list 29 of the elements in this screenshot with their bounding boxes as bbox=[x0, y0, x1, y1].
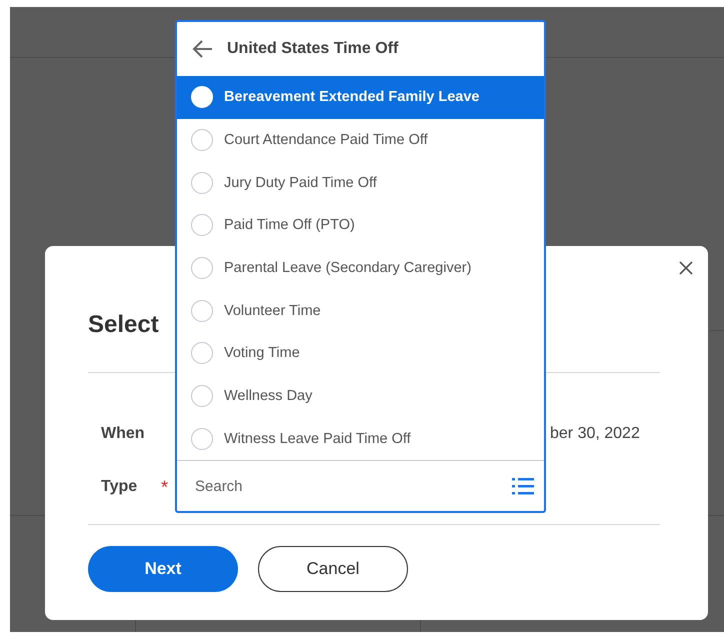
menu-option[interactable]: Paid Time Off (PTO) bbox=[177, 204, 544, 247]
radio-icon bbox=[191, 385, 213, 408]
menu-option[interactable]: Wellness Day bbox=[177, 374, 544, 418]
menu-option[interactable]: Parental Leave (Secondary Caregiver) bbox=[177, 246, 544, 290]
field-label: Type bbox=[101, 478, 138, 496]
menu-option[interactable]: Jury Duty Paid Time Off bbox=[177, 161, 544, 204]
radio-icon bbox=[191, 257, 213, 280]
radio-icon bbox=[191, 428, 213, 450]
close-icon[interactable] bbox=[678, 260, 694, 276]
field-label: When bbox=[101, 425, 146, 443]
radio-icon bbox=[191, 214, 213, 236]
menu-option[interactable]: Voting Time bbox=[177, 332, 544, 375]
dialog-title: Select bbox=[88, 310, 159, 340]
menu-option[interactable]: Volunteer Time bbox=[177, 289, 544, 332]
field-value: ber 30, 2022 bbox=[550, 425, 640, 443]
menu-option[interactable]: Bereavement Extended Family Leave bbox=[177, 76, 544, 119]
radio-icon bbox=[191, 342, 213, 364]
radio-icon bbox=[191, 129, 213, 152]
search-field[interactable]: Search bbox=[193, 476, 512, 496]
list-icon[interactable] bbox=[512, 477, 534, 496]
required-mark: * bbox=[161, 476, 168, 498]
next-button[interactable]: Next bbox=[88, 546, 238, 592]
menu-option[interactable]: Witness Leave Paid Time Off bbox=[177, 418, 544, 460]
cancel-button[interactable]: Cancel bbox=[258, 546, 408, 592]
radio-icon bbox=[191, 300, 213, 322]
menu-option[interactable]: Court Attendance Paid Time Off bbox=[177, 118, 544, 162]
radio-icon bbox=[191, 172, 213, 194]
menu-title: United States Time Off bbox=[227, 40, 398, 58]
radio-icon bbox=[191, 86, 213, 108]
